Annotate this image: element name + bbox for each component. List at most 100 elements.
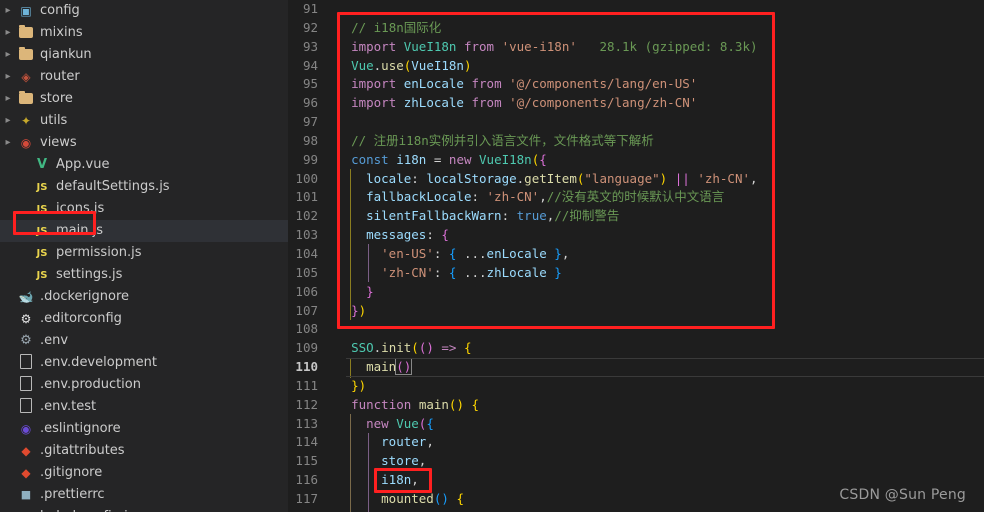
chevron-right-icon[interactable]: ▸ [0, 110, 16, 132]
code-line[interactable]: 115 store, [288, 452, 984, 471]
file-tree-item-mixins[interactable]: ▸ mixins [0, 22, 288, 44]
line-number: 97 [302, 114, 318, 130]
code-lines[interactable]: 91 92 // i18n国际化 93 import VueI18n from 'v… [288, 0, 984, 512]
code-text[interactable]: import zhLocale from '@/components/lang/… [332, 94, 984, 113]
code-token: } [554, 264, 562, 280]
code-line[interactable]: 102 silentFallbackWarn: true,//抑制警告 [288, 207, 984, 226]
code-token: 'zh-CN' [486, 189, 540, 205]
file-tree-item-prettierrc[interactable]: ■ .prettierrc [0, 484, 288, 506]
chevron-right-icon[interactable]: ▸ [0, 22, 16, 44]
code-line[interactable]: 109 SSO.init(() => { [288, 339, 984, 358]
code-text[interactable]: silentFallbackWarn: true,//抑制警告 [332, 207, 984, 226]
code-text[interactable]: import enLocale from '@/components/lang/… [332, 75, 984, 94]
code-text[interactable] [332, 0, 984, 19]
code-line[interactable]: 101 fallbackLocale: 'zh-CN',//没有英文的时候默认中… [288, 188, 984, 207]
code-text[interactable]: store, [332, 452, 984, 471]
code-line[interactable]: 99 const i18n = new VueI18n({ [288, 151, 984, 170]
code-text[interactable]: main() [332, 358, 984, 377]
chevron-right-icon[interactable]: ▸ [0, 44, 16, 66]
code-line[interactable]: 96 import zhLocale from '@/components/la… [288, 94, 984, 113]
file-tree-item-settings-js[interactable]: JS settings.js [0, 264, 288, 286]
code-line[interactable]: 91 [288, 0, 984, 19]
file-explorer-sidebar[interactable]: ▸ ▣ config ▸ mixins ▸ qiankun ▸ ◈ router ▸ store ▸ ✦ u… [0, 0, 288, 512]
file-tree-item-icons-js[interactable]: JS icons.js [0, 198, 288, 220]
line-number: 103 [295, 227, 318, 243]
code-line[interactable]: 105 'zh-CN': { ...zhLocale } [288, 264, 984, 283]
file-tree-item-config[interactable]: ▸ ▣ config [0, 0, 288, 22]
code-text[interactable]: 'zh-CN': { ...zhLocale } [332, 264, 984, 283]
file-tree-item-store[interactable]: ▸ store [0, 88, 288, 110]
file-tree-item-env[interactable]: ⚙ .env [0, 330, 288, 352]
file-tree-item-permission-js[interactable]: JS permission.js [0, 242, 288, 264]
code-line[interactable]: 103 messages: { [288, 226, 984, 245]
file-tree-item-views[interactable]: ▸ ◉ views [0, 132, 288, 154]
file-tree-item-editorconfig[interactable]: ⚙ .editorconfig [0, 308, 288, 330]
code-line[interactable]: 92 // i18n国际化 [288, 19, 984, 38]
code-text[interactable]: Vue.use(VueI18n) [332, 57, 984, 76]
code-line[interactable]: 110 main() [288, 358, 984, 377]
code-text[interactable]: SSO.init(() => { [332, 339, 984, 358]
code-token: silentFallbackWarn [366, 208, 502, 224]
file-tree-item-gitattributes[interactable]: ◆ .gitattributes [0, 440, 288, 462]
chevron-right-icon[interactable]: ▸ [0, 132, 16, 154]
file-tree-item-label: .eslintignore [40, 421, 121, 436]
code-line[interactable]: 112 function main() { [288, 396, 984, 415]
code-line[interactable]: 106 } [288, 283, 984, 302]
file-tree-item-babel-config-js[interactable]: ☼babel.config.js [0, 506, 288, 512]
code-line[interactable]: 93 import VueI18n from 'vue-i18n' 28.1k … [288, 38, 984, 57]
code-line[interactable]: 95 import enLocale from '@/components/la… [288, 75, 984, 94]
code-text[interactable]: import VueI18n from 'vue-i18n' 28.1k (gz… [332, 38, 984, 57]
chevron-right-icon[interactable]: ▸ [0, 88, 16, 110]
code-line[interactable]: 111 }) [288, 377, 984, 396]
file-tree-item-label: .env.development [40, 355, 157, 370]
code-line[interactable]: 114 router, [288, 433, 984, 452]
code-text[interactable] [332, 113, 984, 132]
code-line[interactable]: 104 'en-US': { ...enLocale }, [288, 245, 984, 264]
code-text[interactable]: 'en-US': { ...enLocale }, [332, 245, 984, 264]
file-tree-item-defaultsettings-js[interactable]: JS defaultSettings.js [0, 176, 288, 198]
code-text[interactable]: const i18n = new VueI18n({ [332, 151, 984, 170]
code-text[interactable]: messages: { [332, 226, 984, 245]
code-line[interactable]: 107 }) [288, 302, 984, 321]
code-line[interactable]: 108 [288, 320, 984, 339]
file-tree-item-gitignore[interactable]: ◆ .gitignore [0, 462, 288, 484]
file-tree-item-router[interactable]: ▸ ◈ router [0, 66, 288, 88]
code-text[interactable]: fallbackLocale: 'zh-CN',//没有英文的时候默认中文语言 [332, 188, 984, 207]
chevron-right-icon[interactable]: ▸ [0, 0, 16, 22]
code-line[interactable]: 97 [288, 113, 984, 132]
file-tree-item-env-production[interactable]: .env.production [0, 374, 288, 396]
file-tree-item-main-js[interactable]: JS main.js [0, 220, 288, 242]
file-tree-item-app-vue[interactable]: V App.vue [0, 154, 288, 176]
code-text[interactable]: }) [332, 302, 984, 321]
code-text[interactable]: new Vue({ [332, 415, 984, 434]
code-line[interactable]: 113 new Vue({ [288, 415, 984, 434]
file-tree-item-qiankun[interactable]: ▸ qiankun [0, 44, 288, 66]
file-tree-item-utils[interactable]: ▸ ✦ utils [0, 110, 288, 132]
line-number: 112 [295, 396, 318, 412]
code-text[interactable]: function main() { [332, 396, 984, 415]
code-text[interactable]: locale: localStorage.getItem("language")… [332, 170, 984, 189]
file-tree[interactable]: ▸ ▣ config ▸ mixins ▸ qiankun ▸ ◈ router ▸ store ▸ ✦ u… [0, 0, 288, 512]
code-text[interactable]: }) [332, 377, 984, 396]
file-tree-item-eslintignore[interactable]: ◉ .eslintignore [0, 418, 288, 440]
chevron-right-icon[interactable]: ▸ [0, 66, 16, 88]
code-text[interactable]: // i18n国际化 [332, 19, 984, 38]
code-text[interactable]: } [332, 283, 984, 302]
code-text[interactable]: // 注册i18n实例并引入语言文件，文件格式等下解析 [332, 132, 984, 151]
file-tree-item-env-test[interactable]: .env.test [0, 396, 288, 418]
code-line[interactable]: 100 locale: localStorage.getItem("langua… [288, 170, 984, 189]
code-line[interactable]: 94 Vue.use(VueI18n) [288, 57, 984, 76]
file-tree-item-dockerignore[interactable]: 🐋 .dockerignore [0, 286, 288, 308]
code-editor[interactable]: 91 92 // i18n国际化 93 import VueI18n from 'v… [288, 0, 984, 512]
code-token: { [539, 151, 547, 167]
code-text[interactable]: router, [332, 433, 984, 452]
file-tree-item-env-development[interactable]: .env.development [0, 352, 288, 374]
code-line[interactable]: 98 // 注册i18n实例并引入语言文件，文件格式等下解析 [288, 132, 984, 151]
code-text[interactable] [332, 320, 984, 339]
